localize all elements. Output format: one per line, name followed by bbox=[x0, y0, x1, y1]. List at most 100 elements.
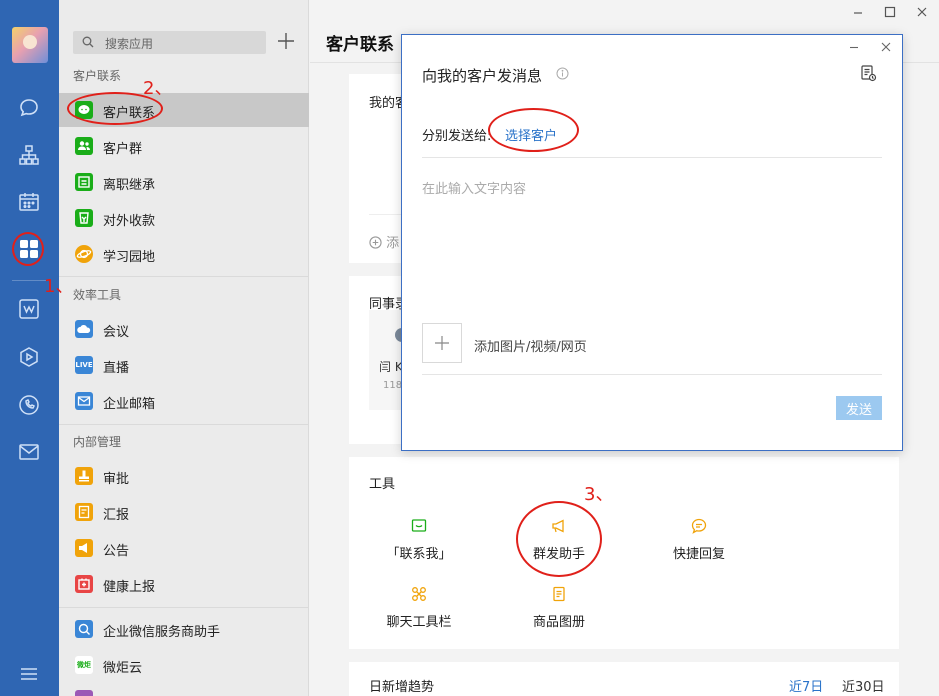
sidebar-item-approval[interactable]: 审批 bbox=[59, 459, 309, 493]
cloud-icon bbox=[75, 320, 93, 338]
plus-icon bbox=[435, 336, 449, 350]
chat-toolbar-icon bbox=[410, 585, 428, 603]
inherit-icon bbox=[75, 173, 93, 191]
sidebar-item-learning[interactable]: 学习园地 bbox=[59, 237, 309, 271]
workbench-icon[interactable] bbox=[17, 237, 41, 261]
page-title: 客户联系 bbox=[326, 35, 394, 55]
tools-title: 工具 bbox=[369, 477, 396, 492]
colleague-number: 118 bbox=[383, 380, 403, 391]
user-avatar[interactable] bbox=[12, 27, 48, 63]
catalog-icon bbox=[550, 585, 568, 603]
tool-chat-toolbar[interactable]: 聊天工具栏 bbox=[364, 585, 474, 630]
dialog-title: 向我的客户发消息 bbox=[422, 67, 543, 85]
sidebar-item-label: 直播 bbox=[103, 361, 130, 376]
quick-reply-icon bbox=[690, 517, 708, 535]
tool-label: 群发助手 bbox=[532, 547, 585, 562]
add-media-label: 添加图片/视频/网页 bbox=[474, 340, 587, 355]
megaphone-icon bbox=[550, 517, 568, 535]
section-customer: 客户联系 bbox=[73, 69, 122, 83]
sidebar-divider bbox=[59, 276, 309, 277]
close-window-icon[interactable] bbox=[914, 4, 930, 20]
sidebar-item-service-helper[interactable]: 企业微信服务商助手 bbox=[59, 612, 309, 646]
add-circle-icon bbox=[369, 236, 382, 249]
info-icon[interactable] bbox=[556, 67, 569, 80]
report-icon bbox=[75, 503, 93, 521]
contact-me-icon bbox=[410, 517, 428, 535]
contacts-icon[interactable] bbox=[17, 143, 41, 167]
search-icon bbox=[82, 36, 94, 48]
app-sidebar: 搜索应用 客户联系 客户联系 客户群 离职继承 对外收款 学习园地 效率工具 会… bbox=[59, 0, 309, 696]
sidebar-item-label: 健康上报 bbox=[103, 580, 156, 595]
weiju-icon: 微炬 bbox=[75, 656, 93, 674]
sidebar-item-resign-inherit[interactable]: 离职继承 bbox=[59, 165, 309, 199]
trend-card: 日新增趋势 近7日 近30日 bbox=[349, 662, 899, 696]
sidebar-item-label: 离职继承 bbox=[103, 178, 156, 193]
sidebar-item-live[interactable]: LIVE 直播 bbox=[59, 348, 309, 382]
colleague-name: 闫 K bbox=[379, 360, 403, 374]
calendar-icon[interactable] bbox=[17, 190, 41, 214]
sidebar-item-label: 学习园地 bbox=[103, 250, 156, 265]
microdisk-icon[interactable] bbox=[17, 345, 41, 369]
plus-icon bbox=[278, 33, 294, 49]
messages-icon[interactable] bbox=[17, 96, 41, 120]
sidebar-item-health-report[interactable]: 健康上报 bbox=[59, 567, 309, 601]
sidebar-item-customer-contact[interactable]: 客户联系 bbox=[59, 93, 309, 127]
menu-icon[interactable] bbox=[17, 662, 41, 686]
section-internal: 内部管理 bbox=[73, 435, 122, 449]
add-customer-label: 添 bbox=[386, 236, 400, 251]
tool-product-catalog[interactable]: 商品图册 bbox=[504, 585, 614, 630]
sidebar-item-payment[interactable]: 对外收款 bbox=[59, 201, 309, 235]
mail-rail-icon[interactable] bbox=[17, 440, 41, 464]
dialog-divider bbox=[422, 157, 882, 158]
tool-contact-me[interactable]: 「联系我」 bbox=[364, 517, 474, 562]
tab-7-days[interactable]: 近7日 bbox=[789, 676, 823, 695]
tool-label: 「联系我」 bbox=[386, 547, 452, 562]
planet-icon bbox=[75, 245, 93, 263]
sidebar-divider bbox=[59, 424, 309, 425]
sidebar-item-announcement[interactable]: 公告 bbox=[59, 531, 309, 565]
history-icon[interactable] bbox=[859, 64, 877, 82]
dialog-divider bbox=[422, 374, 882, 375]
add-customer-button[interactable]: 添 bbox=[369, 232, 399, 251]
tools-card: 工具 「联系我」 群发助手 快捷回复 聊天工具栏 商品图册 bbox=[349, 457, 899, 649]
message-textarea[interactable]: 在此输入文字内容 bbox=[422, 178, 526, 197]
tool-label: 快捷回复 bbox=[672, 547, 725, 562]
tab-30-days[interactable]: 近30日 bbox=[842, 676, 885, 695]
add-media-button[interactable] bbox=[422, 323, 462, 363]
sidebar-item-label: 企业微信服务商助手 bbox=[103, 625, 221, 640]
tool-mass-send[interactable]: 群发助手 bbox=[504, 517, 614, 562]
sidebar-item-customer-group[interactable]: 客户群 bbox=[59, 129, 309, 163]
tool-quick-reply[interactable]: 快捷回复 bbox=[644, 517, 754, 562]
sidebar-item-label: 公告 bbox=[103, 544, 130, 559]
search-placeholder: 搜索应用 bbox=[105, 37, 154, 51]
send-message-dialog: 向我的客户发消息 分别发送给: 选择客户 在此输入文字内容 添加图片/视频/网页… bbox=[401, 34, 903, 451]
live-icon: LIVE bbox=[75, 356, 93, 374]
phone-icon[interactable] bbox=[17, 393, 41, 417]
section-efficiency: 效率工具 bbox=[73, 288, 122, 302]
stamp-icon bbox=[75, 467, 93, 485]
sidebar-item-label: 企业邮箱 bbox=[103, 397, 156, 412]
sidebar-item-report[interactable]: 汇报 bbox=[59, 495, 309, 529]
sidebar-item-meeting[interactable]: 会议 bbox=[59, 312, 309, 346]
helper-icon bbox=[75, 620, 93, 638]
sidebar-item-label: 汇报 bbox=[103, 508, 130, 523]
recipient-label: 分别发送给: bbox=[422, 129, 492, 144]
minimize-icon[interactable] bbox=[850, 4, 866, 20]
weidoc-icon[interactable] bbox=[17, 297, 41, 321]
maximize-icon[interactable] bbox=[882, 4, 898, 20]
sidebar-item-label: 客户联系 bbox=[103, 106, 156, 121]
add-app-button[interactable] bbox=[275, 30, 297, 52]
dialog-minimize-icon[interactable] bbox=[848, 41, 860, 53]
sidebar-item-enterprise-mail[interactable]: 企业邮箱 bbox=[59, 384, 309, 418]
rail-divider bbox=[12, 280, 48, 281]
tool-label: 聊天工具栏 bbox=[386, 615, 452, 630]
select-customer-link[interactable]: 选择客户 bbox=[505, 125, 557, 144]
trend-title: 日新增趋势 bbox=[369, 680, 435, 695]
search-input[interactable]: 搜索应用 bbox=[73, 31, 266, 54]
sidebar-item-weiju-cloud[interactable]: 微炬 微炬云 bbox=[59, 648, 309, 682]
dialog-close-icon[interactable] bbox=[880, 41, 892, 53]
sidebar-divider bbox=[59, 607, 309, 608]
payment-icon bbox=[75, 209, 93, 227]
sidebar-item-label: 会议 bbox=[103, 325, 130, 340]
send-button[interactable]: 发送 bbox=[836, 396, 882, 420]
